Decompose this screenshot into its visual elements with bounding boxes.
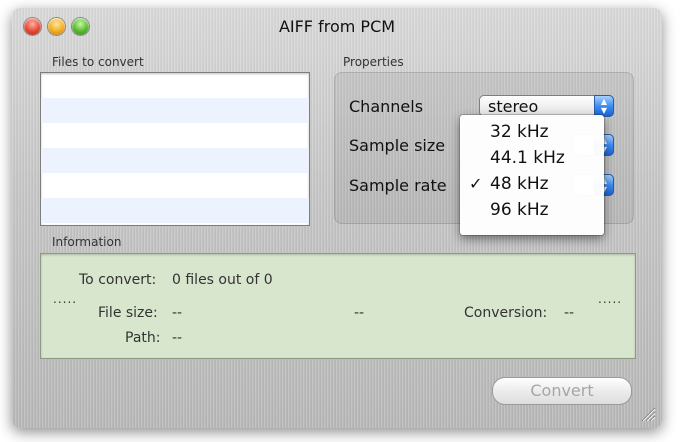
file-size-value: -- [172, 305, 183, 321]
right-dots: ..... [598, 292, 623, 306]
files-group-label: Files to convert [52, 55, 144, 69]
window-title: AIFF from PCM [278, 17, 396, 36]
title-bar[interactable]: AIFF from PCM [12, 8, 662, 42]
menu-item-44khz[interactable]: 44.1 kHz [460, 145, 604, 171]
sample-size-label: Sample size [349, 136, 446, 155]
sample-rate-menu: 32 kHz 44.1 kHz ✓ 48 kHz 96 kHz [460, 115, 604, 235]
list-item[interactable] [41, 198, 309, 223]
list-item[interactable] [41, 73, 309, 98]
files-list[interactable] [40, 72, 310, 226]
to-convert-value: 0 files out of 0 [172, 272, 273, 288]
to-convert-label: To convert: [79, 272, 157, 288]
conversion-value: -- [564, 305, 575, 321]
channels-value: stereo [488, 97, 539, 116]
popup-arrows-icon: ▲ ▼ [594, 95, 614, 117]
checkmark-icon: ✓ [469, 174, 483, 193]
properties-group-label: Properties [343, 55, 404, 69]
menu-item-96khz[interactable]: 96 kHz [460, 197, 604, 223]
information-panel: ..... ..... To convert: 0 files out of 0… [40, 253, 636, 359]
path-label: Path: [125, 330, 161, 346]
resize-grip-icon[interactable] [640, 406, 656, 422]
middle-value: -- [354, 305, 365, 321]
list-item[interactable] [41, 173, 309, 198]
information-group-label: Information [52, 235, 122, 249]
channels-label: Channels [349, 97, 424, 116]
list-item[interactable] [41, 148, 309, 173]
list-item[interactable] [41, 123, 309, 148]
channels-popup[interactable]: stereo ▲ ▼ [479, 95, 614, 117]
menu-item-32khz[interactable]: 32 kHz [460, 119, 604, 145]
left-dots: ..... [53, 292, 78, 306]
menu-item-48khz[interactable]: ✓ 48 kHz [460, 171, 604, 197]
convert-button[interactable]: Convert [492, 377, 632, 405]
path-value: -- [172, 330, 183, 346]
list-item[interactable] [41, 98, 309, 123]
app-window: AIFF from PCM Files to convert Propertie… [12, 8, 662, 428]
conversion-label: Conversion: [464, 305, 548, 321]
sample-rate-label: Sample rate [349, 176, 447, 195]
file-size-label: File size: [98, 305, 158, 321]
